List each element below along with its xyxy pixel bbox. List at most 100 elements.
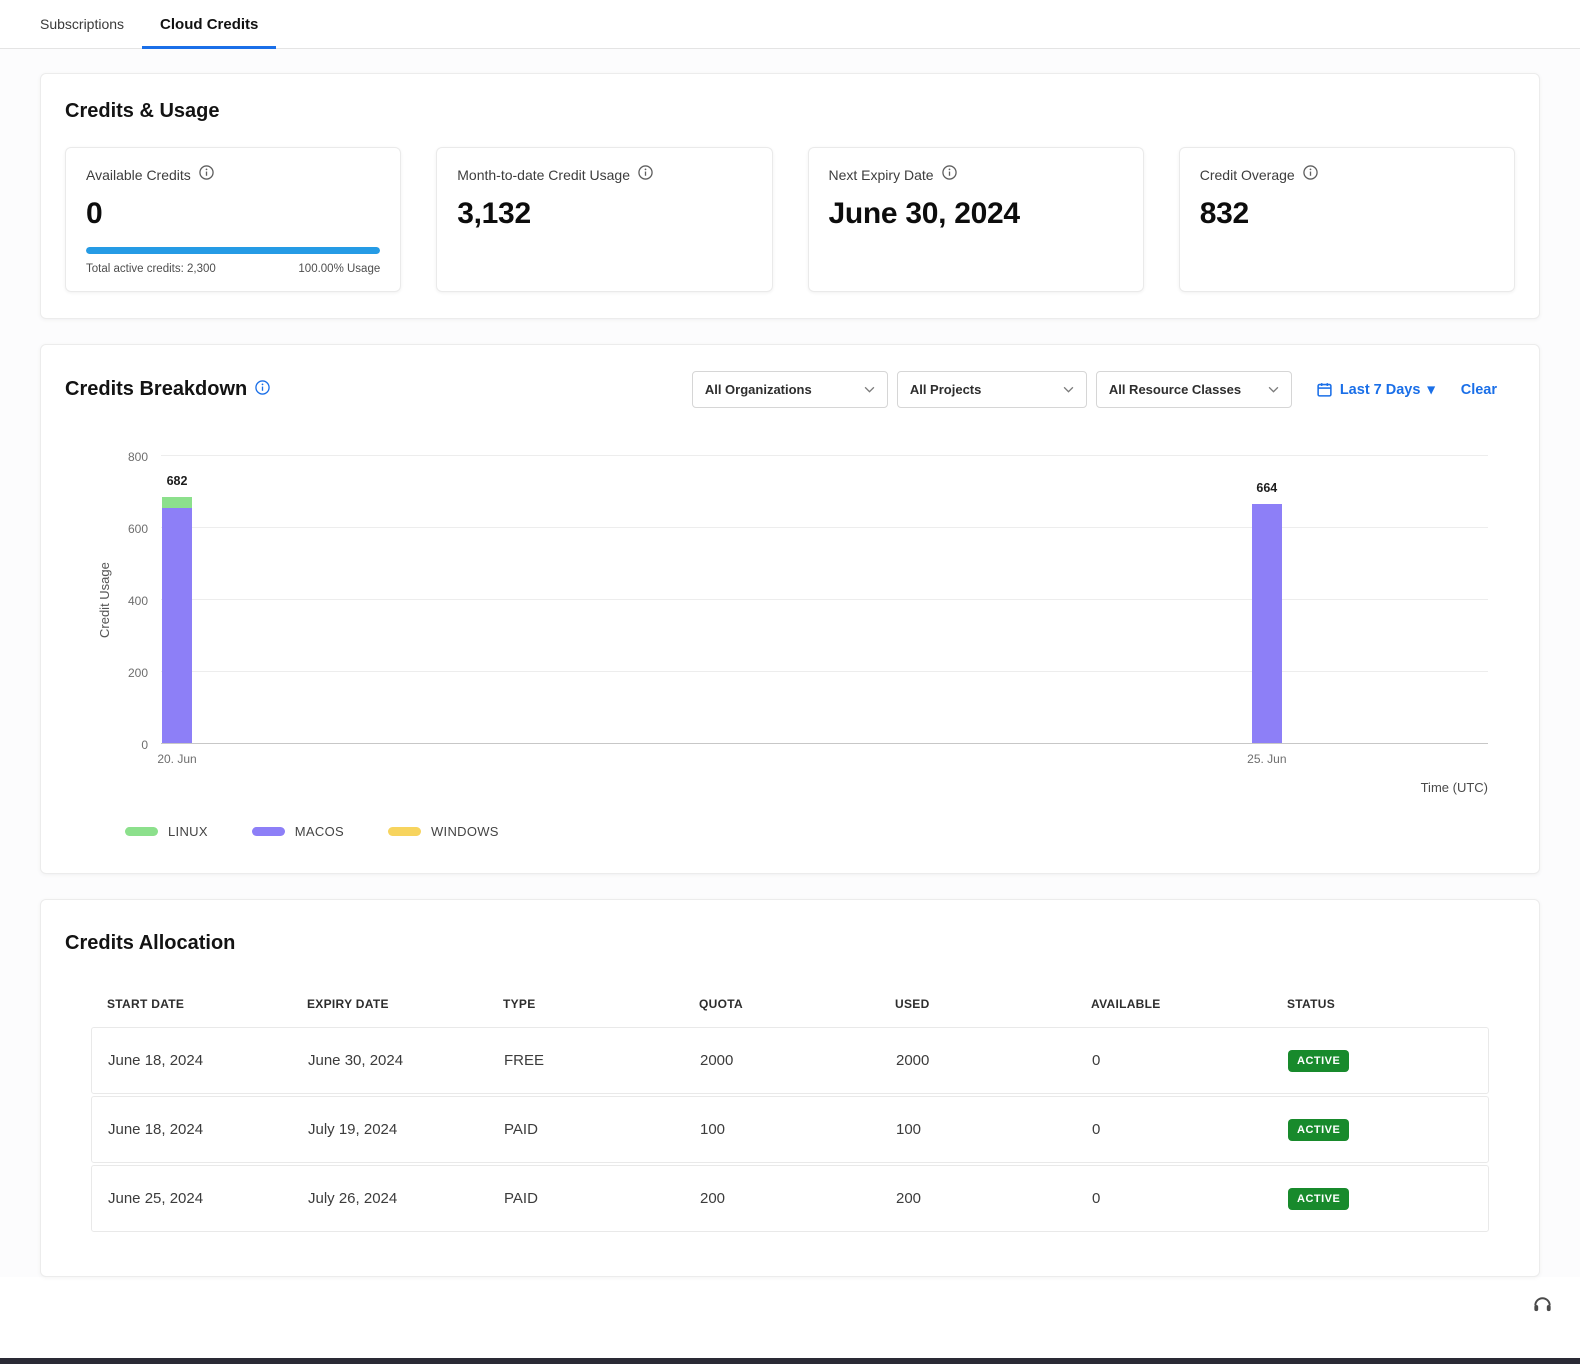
chart-plot: 0200400600800682664 bbox=[161, 456, 1488, 744]
info-icon[interactable] bbox=[1303, 165, 1318, 185]
col-header-quota: QUOTA bbox=[699, 997, 895, 1011]
calendar-icon bbox=[1316, 381, 1333, 398]
credits-allocation-card: Credits Allocation START DATE EXPIRY DAT… bbox=[40, 899, 1540, 1277]
cell-start-date: June 18, 2024 bbox=[108, 1052, 308, 1069]
credit-usage-chart: Credit Usage 0200400600800682664 20. Jun… bbox=[65, 416, 1515, 816]
tab-cloud-credits[interactable]: Cloud Credits bbox=[142, 0, 276, 48]
y-tick-label: 400 bbox=[108, 594, 148, 608]
chart-bar[interactable] bbox=[1252, 504, 1282, 743]
date-range-picker[interactable]: Last 7 Days ▾ bbox=[1316, 381, 1435, 398]
cell-expiry-date: July 26, 2024 bbox=[308, 1190, 504, 1207]
support-icon[interactable] bbox=[1531, 1292, 1554, 1320]
stat-value: 3,132 bbox=[457, 197, 751, 231]
x-axis-label: Time (UTC) bbox=[1421, 780, 1488, 795]
date-range-value: Last 7 Days bbox=[1340, 382, 1421, 398]
credits-breakdown-title: Credits Breakdown bbox=[65, 378, 247, 401]
clear-filters-button[interactable]: Clear bbox=[1461, 382, 1497, 398]
resource-classes-filter-value: All Resource Classes bbox=[1109, 382, 1241, 397]
cell-start-date: June 18, 2024 bbox=[108, 1121, 308, 1138]
caret-down-icon: ▾ bbox=[1427, 382, 1434, 398]
organizations-filter-select[interactable]: All Organizations bbox=[692, 371, 888, 408]
projects-filter-value: All Projects bbox=[910, 382, 982, 397]
bar-segment-macos bbox=[162, 508, 192, 743]
window-bottom-edge bbox=[0, 1358, 1580, 1364]
projects-filter-select[interactable]: All Projects bbox=[897, 371, 1087, 408]
table-header-row: START DATE EXPIRY DATE TYPE QUOTA USED A… bbox=[91, 981, 1489, 1027]
info-icon[interactable] bbox=[255, 380, 270, 400]
chevron-down-icon bbox=[1063, 386, 1074, 393]
stat-card-next-expiry: Next Expiry Date June 30, 2024 bbox=[808, 147, 1144, 292]
bar-total-label: 664 bbox=[1256, 481, 1277, 495]
cell-type: FREE bbox=[504, 1052, 700, 1069]
chart-bar[interactable] bbox=[162, 497, 192, 743]
info-icon[interactable] bbox=[942, 165, 957, 185]
chart-x-ticks: 20. Jun25. Jun bbox=[161, 752, 1488, 768]
cell-quota: 100 bbox=[700, 1121, 896, 1138]
resource-classes-filter-select[interactable]: All Resource Classes bbox=[1096, 371, 1292, 408]
stat-card-row: Available Credits 0 Total active credits… bbox=[65, 147, 1515, 292]
y-tick-label: 600 bbox=[108, 522, 148, 536]
linux-swatch-icon bbox=[125, 827, 158, 836]
stat-card-credit-overage: Credit Overage 832 bbox=[1179, 147, 1515, 292]
y-tick-label: 200 bbox=[108, 666, 148, 680]
legend-label: WINDOWS bbox=[431, 824, 499, 839]
cell-type: PAID bbox=[504, 1190, 700, 1207]
credits-progress-fill bbox=[86, 247, 380, 254]
cell-quota: 2000 bbox=[700, 1052, 896, 1069]
macos-swatch-icon bbox=[252, 827, 285, 836]
stat-label: Available Credits bbox=[86, 167, 191, 183]
cell-used: 200 bbox=[896, 1190, 1092, 1207]
table-row: June 18, 2024 June 30, 2024 FREE 2000 20… bbox=[91, 1027, 1489, 1094]
stat-value: 0 bbox=[86, 197, 380, 231]
status-badge: ACTIVE bbox=[1288, 1119, 1349, 1141]
table-row: June 18, 2024 July 19, 2024 PAID 100 100… bbox=[91, 1096, 1489, 1163]
stat-label: Next Expiry Date bbox=[829, 167, 934, 183]
cell-used: 100 bbox=[896, 1121, 1092, 1138]
tab-subscriptions[interactable]: Subscriptions bbox=[22, 0, 142, 48]
stat-value: 832 bbox=[1200, 197, 1494, 231]
status-badge: ACTIVE bbox=[1288, 1188, 1349, 1210]
tab-bar: Subscriptions Cloud Credits bbox=[0, 0, 1580, 49]
gridline bbox=[161, 455, 1488, 456]
x-tick-label: 20. Jun bbox=[157, 752, 196, 766]
stat-card-available-credits: Available Credits 0 Total active credits… bbox=[65, 147, 401, 292]
table-row: June 25, 2024 July 26, 2024 PAID 200 200… bbox=[91, 1165, 1489, 1232]
chart-legend: LINUX MACOS WINDOWS bbox=[125, 824, 1515, 839]
cell-start-date: June 25, 2024 bbox=[108, 1190, 308, 1207]
bar-segment-macos bbox=[1252, 504, 1282, 743]
col-header-start-date: START DATE bbox=[107, 997, 307, 1011]
gridline bbox=[161, 671, 1488, 672]
status-badge: ACTIVE bbox=[1288, 1050, 1349, 1072]
legend-item-macos[interactable]: MACOS bbox=[252, 824, 344, 839]
col-header-available: AVAILABLE bbox=[1091, 997, 1287, 1011]
gridline bbox=[161, 527, 1488, 528]
cell-expiry-date: June 30, 2024 bbox=[308, 1052, 504, 1069]
legend-item-linux[interactable]: LINUX bbox=[125, 824, 208, 839]
legend-item-windows[interactable]: WINDOWS bbox=[388, 824, 499, 839]
info-icon[interactable] bbox=[199, 165, 214, 185]
chevron-down-icon bbox=[1268, 386, 1279, 393]
credits-breakdown-card: Credits Breakdown All Organizations All … bbox=[40, 344, 1540, 874]
cell-available: 0 bbox=[1092, 1190, 1288, 1207]
total-active-credits-text: Total active credits: 2,300 bbox=[86, 263, 216, 275]
info-icon[interactable] bbox=[638, 165, 653, 185]
bar-segment-linux bbox=[162, 497, 192, 508]
legend-label: LINUX bbox=[168, 824, 208, 839]
gridline bbox=[161, 599, 1488, 600]
windows-swatch-icon bbox=[388, 827, 421, 836]
credits-usage-title: Credits & Usage bbox=[65, 100, 1515, 123]
stat-footer: Total active credits: 2,300 100.00% Usag… bbox=[86, 263, 380, 275]
cell-available: 0 bbox=[1092, 1121, 1288, 1138]
cell-available: 0 bbox=[1092, 1052, 1288, 1069]
usage-percent-text: 100.00% Usage bbox=[298, 263, 380, 275]
chevron-down-icon bbox=[864, 386, 875, 393]
y-tick-label: 0 bbox=[108, 738, 148, 752]
stat-label: Credit Overage bbox=[1200, 167, 1295, 183]
legend-label: MACOS bbox=[295, 824, 344, 839]
stat-card-mtd-usage: Month-to-date Credit Usage 3,132 bbox=[436, 147, 772, 292]
x-tick-label: 25. Jun bbox=[1247, 752, 1286, 766]
col-header-type: TYPE bbox=[503, 997, 699, 1011]
chart-filters: All Organizations All Projects All Resou… bbox=[683, 371, 1515, 408]
cell-quota: 200 bbox=[700, 1190, 896, 1207]
cell-used: 2000 bbox=[896, 1052, 1092, 1069]
